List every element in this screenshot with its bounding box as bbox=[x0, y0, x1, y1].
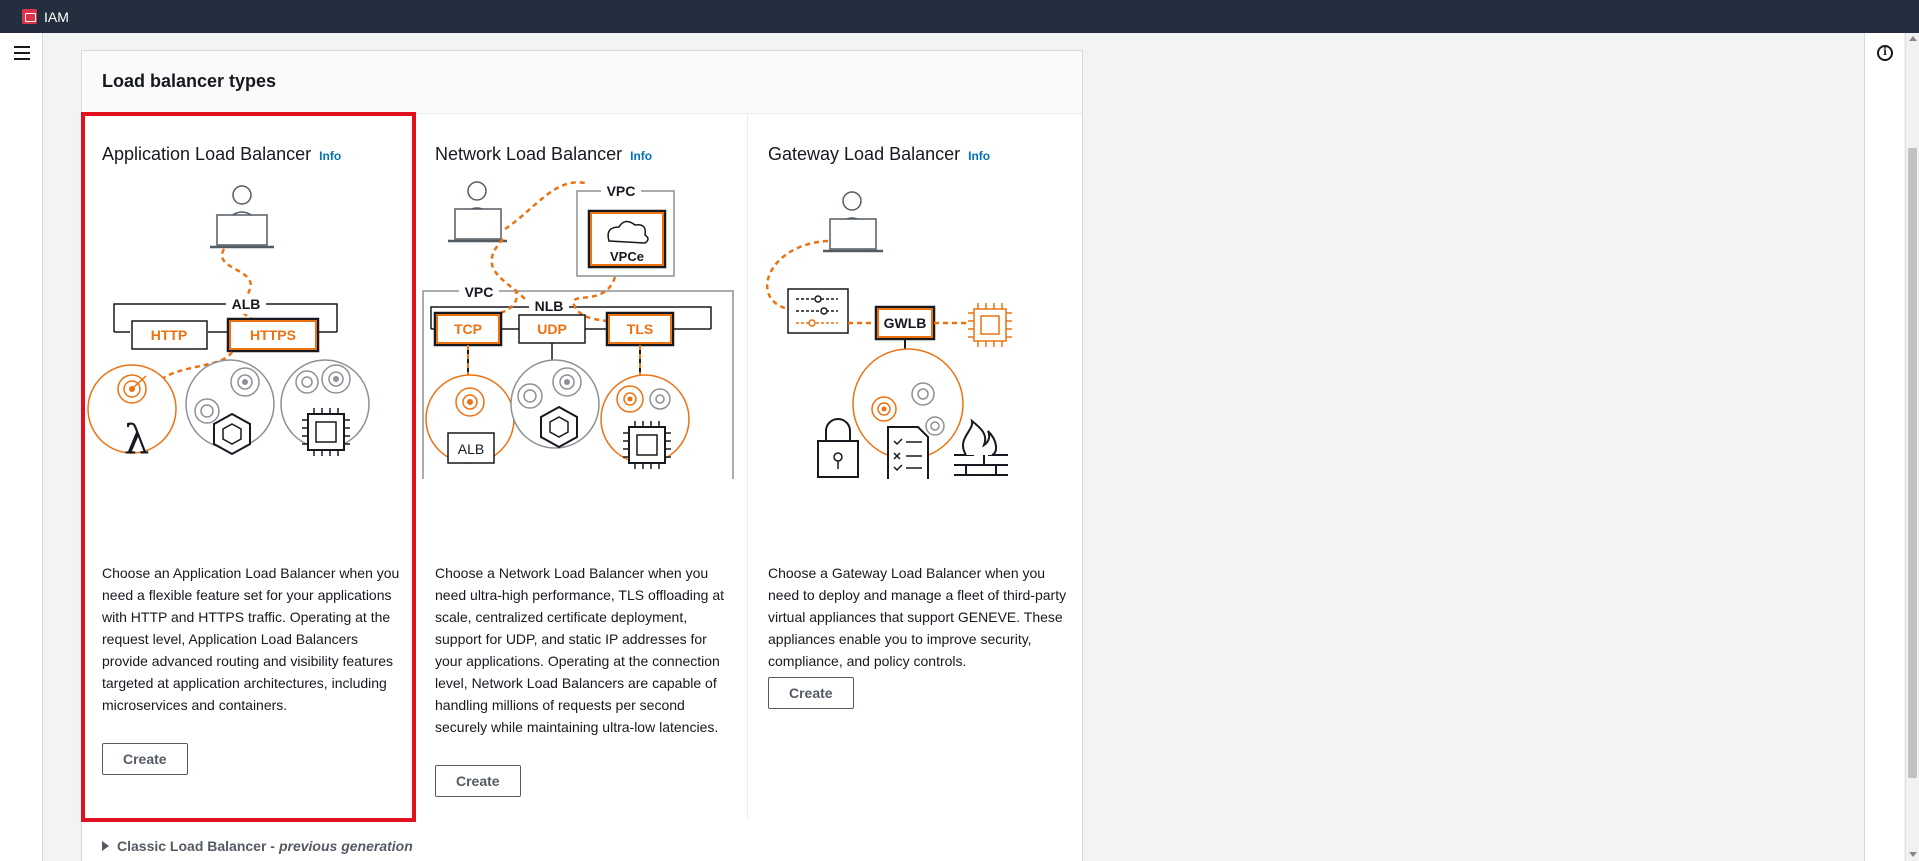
container-target-icon bbox=[185, 359, 275, 456]
create-gateway-load-balancer-button[interactable]: Create bbox=[768, 677, 854, 709]
alb-diagram: ALB HTTP HTTPS λ bbox=[87, 185, 370, 463]
card-title: Network Load Balancer bbox=[435, 144, 623, 164]
svg-text:TLS: TLS bbox=[627, 321, 653, 337]
info-link[interactable]: Info bbox=[968, 149, 990, 163]
card-description: Choose an Application Load Balancer when… bbox=[102, 565, 400, 713]
alb-label: ALB bbox=[232, 296, 261, 312]
create-network-load-balancer-button[interactable]: Create bbox=[435, 765, 521, 797]
filter-appliance-icon bbox=[787, 288, 849, 334]
svg-text:TCP: TCP bbox=[454, 321, 482, 337]
user-laptop-icon bbox=[823, 191, 883, 253]
svg-text:NLB: NLB bbox=[535, 298, 564, 314]
panel-header: Load balancer types bbox=[82, 51, 1082, 114]
svg-text:VPCe: VPCe bbox=[610, 249, 644, 264]
gwlb-diagram: GWLB bbox=[766, 191, 1012, 479]
top-bar: IAM bbox=[0, 0, 1919, 33]
nlb-diagram: VPC VPCe VPC NLB TCP UDP TLS ALB bbox=[422, 181, 734, 479]
svg-text:HTTPS: HTTPS bbox=[250, 327, 296, 343]
lambda-target-icon: λ bbox=[87, 364, 177, 463]
classic-load-balancer-label: Classic Load Balancer - bbox=[117, 838, 275, 854]
chip-appliance-icon bbox=[968, 303, 1012, 347]
iam-service-icon bbox=[22, 9, 37, 24]
svg-text:ALB: ALB bbox=[458, 441, 484, 457]
info-panel-icon[interactable]: i bbox=[1877, 45, 1893, 61]
svg-text:VPC: VPC bbox=[607, 183, 636, 199]
info-link[interactable]: Info bbox=[319, 149, 341, 163]
card-title: Gateway Load Balancer bbox=[768, 144, 961, 164]
svg-text:UDP: UDP bbox=[537, 321, 567, 337]
svg-text:λ: λ bbox=[124, 417, 149, 463]
lock-icon bbox=[817, 418, 859, 478]
card-description: Choose a Network Load Balancer when you … bbox=[435, 565, 725, 735]
info-link[interactable]: Info bbox=[630, 149, 652, 163]
scroll-thumb[interactable] bbox=[1908, 148, 1917, 778]
load-balancer-cards: Application Load Balancer Info ALB HTTP … bbox=[82, 114, 1082, 818]
card-application-load-balancer[interactable]: Application Load Balancer Info ALB HTTP … bbox=[82, 114, 415, 818]
user-laptop-icon bbox=[210, 185, 274, 249]
chip-target-icon bbox=[280, 359, 370, 456]
chip-target-icon bbox=[600, 374, 690, 469]
previous-generation-label: previous generation bbox=[278, 838, 413, 854]
alb-target-icon: ALB bbox=[425, 374, 515, 464]
card-network-load-balancer[interactable]: Network Load Balancer Info VPC VPCe VPC … bbox=[415, 114, 748, 818]
svg-text:VPC: VPC bbox=[465, 284, 494, 300]
classic-load-balancer-expander[interactable]: Classic Load Balancer - previous generat… bbox=[102, 838, 413, 854]
card-gateway-load-balancer[interactable]: Gateway Load Balancer Info GWLB Choose a… bbox=[748, 114, 1082, 818]
panel-title: Load balancer types bbox=[102, 71, 277, 91]
card-title: Application Load Balancer bbox=[102, 144, 312, 164]
checklist-icon bbox=[887, 426, 929, 479]
container-target-icon bbox=[510, 359, 600, 449]
svg-text:GWLB: GWLB bbox=[884, 315, 927, 331]
user-laptop-icon bbox=[448, 181, 507, 243]
left-navigation-rail bbox=[0, 33, 43, 861]
scroll-up-arrow-icon[interactable] bbox=[1909, 36, 1917, 41]
load-balancer-types-panel: Load balancer types Application Load Bal… bbox=[81, 50, 1083, 861]
card-description: Choose a Gateway Load Balancer when you … bbox=[768, 565, 1067, 669]
scroll-down-arrow-icon[interactable] bbox=[1909, 852, 1917, 857]
caret-right-icon bbox=[102, 841, 109, 851]
svg-text:HTTP: HTTP bbox=[151, 327, 188, 343]
page-scrollbar[interactable] bbox=[1905, 33, 1919, 861]
hamburger-menu-icon[interactable] bbox=[14, 46, 30, 60]
service-label[interactable]: IAM bbox=[44, 9, 69, 25]
firewall-icon bbox=[954, 418, 1008, 476]
right-tools-rail: i bbox=[1864, 33, 1904, 861]
create-application-load-balancer-button[interactable]: Create bbox=[102, 743, 188, 775]
